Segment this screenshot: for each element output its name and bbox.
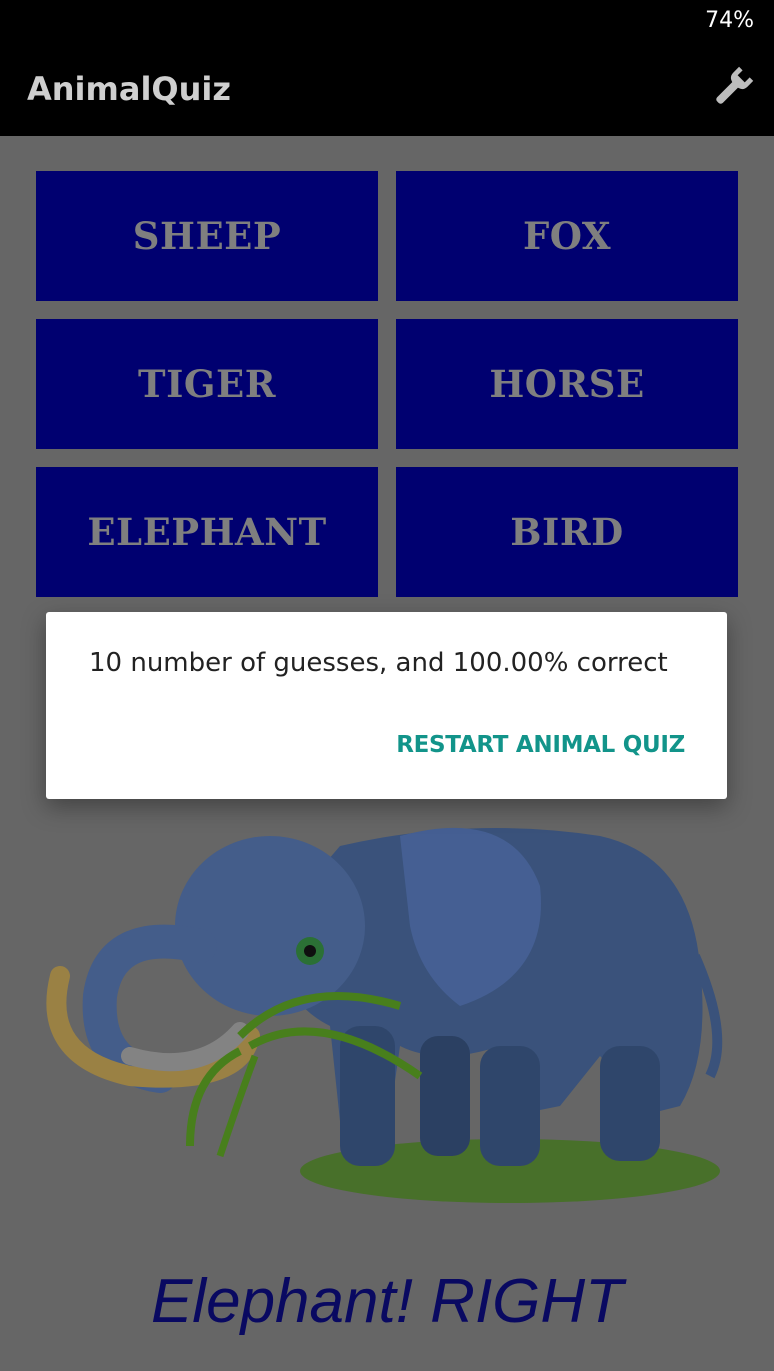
wrench-icon <box>716 66 754 104</box>
app-bar: AnimalQuiz <box>0 44 774 136</box>
results-dialog: 10 number of guesses, and 100.00% correc… <box>46 612 727 799</box>
app-title: AnimalQuiz <box>27 70 231 108</box>
status-bar: 74% <box>0 0 774 44</box>
settings-button[interactable] <box>708 64 756 112</box>
restart-quiz-button[interactable]: RESTART ANIMAL QUIZ <box>396 732 685 758</box>
battery-level: 74% <box>705 8 754 33</box>
dialog-message: 10 number of guesses, and 100.00% correc… <box>89 648 668 678</box>
